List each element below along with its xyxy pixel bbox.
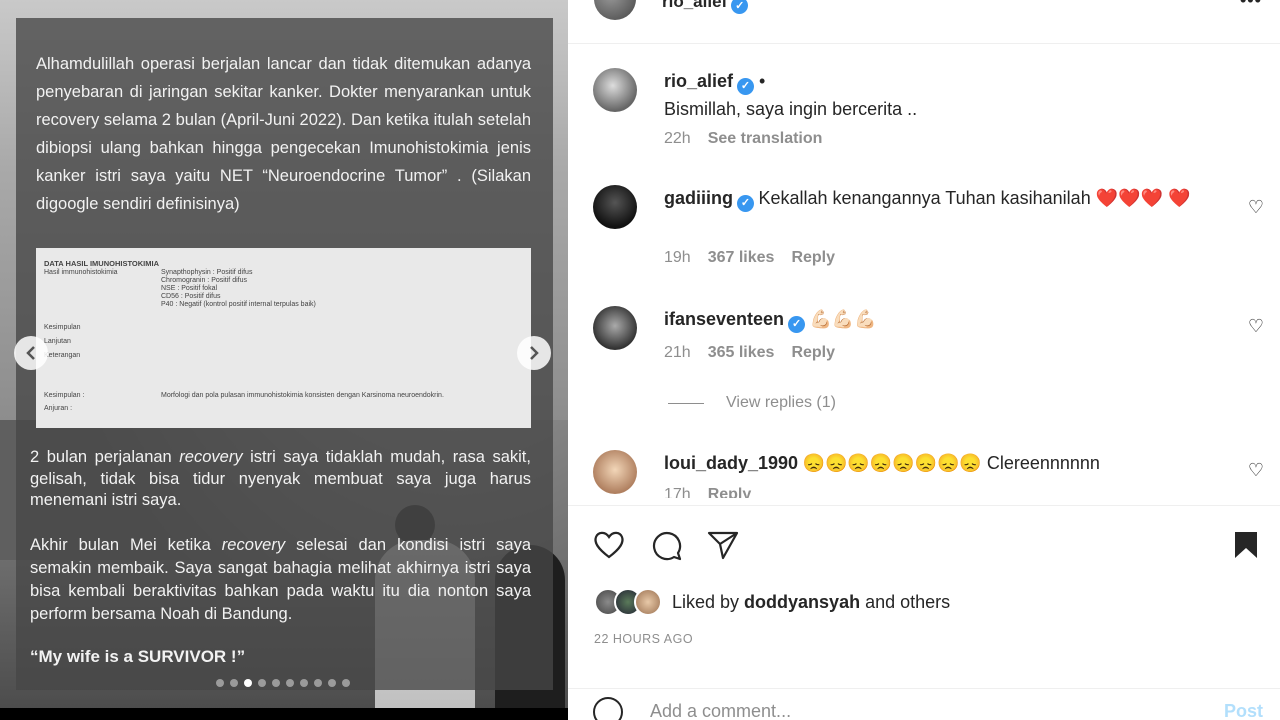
comment-likes[interactable]: 367 likes	[708, 249, 775, 267]
avatar[interactable]	[593, 68, 637, 112]
comment-text: 💪🏻💪🏻💪🏻	[809, 309, 877, 329]
doc-title: DATA HASIL IMUNOHISTOKIMIA	[44, 259, 159, 268]
caption-time: 22h	[664, 130, 691, 147]
doc-anjuran-label: Anjuran :	[44, 405, 73, 412]
verified-icon: ✓	[737, 77, 755, 95]
comment-username[interactable]: loui_dady_1990	[664, 453, 798, 473]
comment-meta: 21h 365 likes Reply	[664, 344, 835, 362]
caption-dot: •	[754, 71, 766, 91]
comment-meta: 17h Reply	[664, 486, 751, 498]
doc-keterangan-label: Keterangan	[44, 352, 81, 359]
carousel-dot	[328, 679, 336, 687]
comment-username[interactable]: ifanseventeen	[664, 309, 784, 329]
comment-body: gadiiing ✓ Kekallah kenangannya Tuhan kas…	[664, 185, 1224, 213]
comment-likes[interactable]: 365 likes	[708, 344, 775, 362]
carousel-dots	[216, 679, 350, 687]
post-header: rio_alief ✓ •••	[568, 0, 1280, 44]
post-button[interactable]: Post	[1224, 701, 1263, 720]
view-replies-line	[668, 402, 704, 404]
avatar[interactable]	[593, 450, 637, 494]
comment-time: 19h	[664, 249, 691, 266]
media-bottom-bar	[0, 708, 568, 720]
reply-button[interactable]: Reply	[791, 344, 835, 362]
chevron-left-icon	[26, 346, 35, 360]
avatar[interactable]	[594, 0, 636, 20]
comment-text: Kekallah kenangannya Tuhan kasihanilah ❤…	[758, 188, 1191, 208]
avatar[interactable]	[593, 185, 637, 229]
doc-hasil-label: Hasil immunohistokimia	[44, 269, 118, 276]
liked-by-suffix[interactable]: and others	[860, 592, 950, 612]
avatar[interactable]	[593, 306, 637, 350]
carousel-dot	[314, 679, 322, 687]
comment-body: loui_dady_1990 😞😞😞😞😞😞😞😞 Clereennnnnn	[664, 450, 1224, 478]
post-timestamp: 22 HOURS AGO	[594, 632, 694, 646]
add-comment-bar: Add a comment... Post	[568, 688, 1280, 720]
comment-icon[interactable]	[650, 528, 684, 562]
view-replies-button[interactable]: View replies (1)	[668, 394, 836, 412]
paragraph-3-part-a: Akhir bulan Mei ketika	[30, 536, 222, 554]
post-paragraph-1: Alhamdulillah operasi berjalan lancar da…	[36, 55, 531, 213]
post-media-carousel: Alhamdulillah operasi berjalan lancar da…	[0, 0, 568, 720]
doc-kesimpulan2-label: Kesimpulan :	[44, 392, 85, 399]
liked-by: Liked by doddyansyah and others	[594, 588, 950, 616]
chevron-right-icon	[530, 346, 539, 360]
header-username-text: rio_alief	[662, 0, 728, 11]
comment-meta: 19h 367 likes Reply	[664, 249, 835, 267]
paragraph-2-emphasis: recovery	[179, 448, 243, 466]
lab-result-document: DATA HASIL IMUNOHISTOKIMIA Hasil immunoh…	[36, 248, 531, 428]
doc-result: P40 : Negatif (kontrol positif internal …	[161, 301, 316, 308]
more-icon[interactable]: •••	[1240, 0, 1262, 11]
carousel-dot	[342, 679, 350, 687]
comment-time: 17h	[664, 486, 691, 498]
caption-text: Bismillah, saya ingin bercerita ..	[664, 99, 918, 119]
carousel-dot	[216, 679, 224, 687]
comment-item: loui_dady_1990 😞😞😞😞😞😞😞😞 Clereennnnnn 17h…	[568, 450, 1280, 498]
reply-button[interactable]: Reply	[708, 486, 752, 498]
heart-icon[interactable]: ♡	[1246, 197, 1266, 217]
verified-icon: ✓	[737, 194, 754, 212]
doc-kesimpulan-label: Kesimpulan	[44, 324, 81, 331]
bookmark-icon[interactable]	[1229, 528, 1263, 562]
reply-button[interactable]: Reply	[791, 249, 835, 267]
heart-icon[interactable]: ♡	[1246, 316, 1266, 336]
liked-by-prefix: Liked by	[672, 591, 745, 612]
post-paragraph-2: 2 bulan perjalanan recovery istri saya t…	[30, 447, 531, 512]
post-details-pane: rio_alief ✓ ••• rio_alief ✓ • Bismillah, s…	[568, 0, 1280, 720]
doc-kesimpulan2-text: Morfologi dan pola pulasan immunohistoki…	[161, 392, 444, 399]
caption-meta: 22h See translation	[664, 130, 822, 148]
paragraph-3-emphasis: recovery	[221, 536, 286, 554]
carousel-next-button[interactable]	[517, 336, 551, 370]
comment-text: 😞😞😞😞😞😞😞😞 Clereennnnnn	[802, 453, 1100, 473]
like-heart-icon[interactable]	[592, 528, 626, 562]
carousel-dot	[286, 679, 294, 687]
post-paragraph-3: Akhir bulan Mei ketika recovery selesai …	[30, 534, 531, 626]
view-replies-label: View replies (1)	[726, 394, 836, 411]
carousel-dot	[272, 679, 280, 687]
verified-icon: ✓	[788, 315, 806, 333]
caption-body: rio_alief ✓ • Bismillah, saya ingin berce…	[664, 68, 1224, 124]
paragraph-2-part-a: 2 bulan perjalanan	[30, 448, 180, 466]
comment-input[interactable]: Add a comment...	[650, 701, 791, 720]
post-actions: Liked by doddyansyah and others 22 HOURS…	[568, 505, 1280, 646]
share-icon[interactable]	[706, 528, 740, 562]
liked-by-text: Liked by doddyansyah and others	[672, 592, 950, 613]
header-username[interactable]: rio_alief ✓	[662, 0, 749, 14]
caption-username[interactable]: rio_alief	[664, 71, 733, 91]
verified-icon: ✓	[731, 0, 749, 14]
liked-by-user[interactable]: doddyansyah	[744, 592, 860, 612]
comment-body: ifanseventeen ✓ 💪🏻💪🏻💪🏻	[664, 306, 1224, 334]
comment-time: 21h	[664, 344, 691, 361]
doc-lanjutan-label: Lanjutan	[44, 338, 71, 345]
post-paragraph-4: “My wife is a SURVIVOR !”	[30, 647, 246, 666]
heart-icon[interactable]: ♡	[1246, 460, 1266, 480]
carousel-dot	[230, 679, 238, 687]
comment-username[interactable]: gadiiing	[664, 188, 733, 208]
carousel-dot	[300, 679, 308, 687]
carousel-dot	[258, 679, 266, 687]
emoji-icon[interactable]	[593, 697, 623, 720]
avatar[interactable]	[634, 588, 662, 616]
see-translation-button[interactable]: See translation	[708, 130, 823, 148]
carousel-dot	[244, 679, 252, 687]
carousel-prev-button[interactable]	[14, 336, 48, 370]
